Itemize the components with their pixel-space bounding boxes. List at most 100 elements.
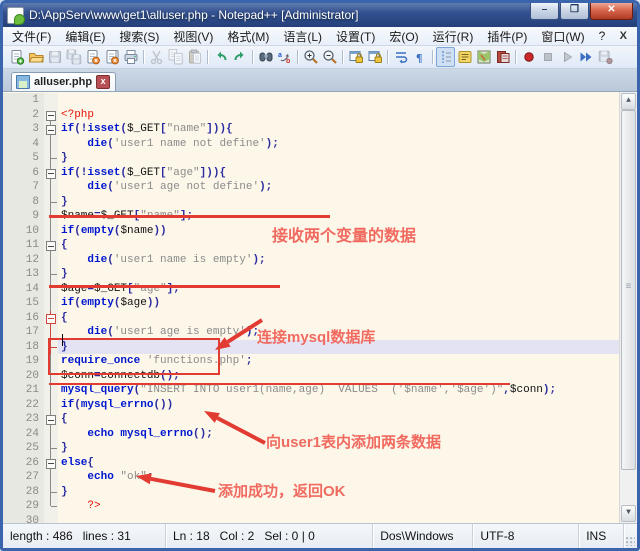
macro-run-icon[interactable] [576,47,595,67]
scrollbar-thumb[interactable] [621,110,636,470]
code-line[interactable]: 25} [3,441,620,456]
redo-icon[interactable] [230,47,249,67]
code-line[interactable]: 5} [3,151,620,166]
code-text: { [58,412,620,427]
zoom-out-icon[interactable] [320,47,339,67]
fold-collapse-icon[interactable] [44,108,58,123]
code-text: if(mysql_errno()) [58,398,620,413]
code-text: echo mysql_errno(); [58,427,620,442]
line-number: 30 [3,514,44,524]
code-line[interactable]: 24 echo mysql_errno(); [3,427,620,442]
restore-button[interactable]: ❐ [560,2,589,20]
macro-save-icon[interactable] [595,47,614,67]
code-line[interactable]: 9$name=$_GET["name"]; [3,209,620,224]
new-file-icon[interactable] [7,47,26,67]
code-line[interactable]: 14$age=$_GET["age"]; [3,282,620,297]
menu-item[interactable]: 运行(R) [426,27,481,46]
code-line[interactable]: 18} [3,340,620,355]
code-line[interactable]: 16{ [3,311,620,326]
close-file-icon[interactable] [83,47,102,67]
code-line[interactable]: 23{ [3,412,620,427]
code-line[interactable]: 1 [3,93,620,108]
sync-scroll-h-icon[interactable] [365,47,384,67]
code-line[interactable]: 22if(mysql_errno()) [3,398,620,413]
undo-icon[interactable] [211,47,230,67]
fold-collapse-icon[interactable] [44,412,58,427]
save-icon[interactable] [45,47,64,67]
code-line[interactable]: 2<?php [3,108,620,123]
show-all-chars-icon[interactable]: ¶ [410,47,429,67]
code-line[interactable]: 7 die('user1 age not define'); [3,180,620,195]
title-bar[interactable]: D:\AppServ\www\get1\alluser.php - Notepa… [3,3,637,27]
function-list-icon[interactable] [455,47,474,67]
doc-switcher-icon[interactable] [493,47,512,67]
scroll-up-icon[interactable]: ▲ [621,93,636,110]
indent-guide-icon[interactable] [436,47,455,67]
tab-close-icon[interactable]: x [96,75,110,89]
code-line[interactable]: 19require_once 'functions.php'; [3,354,620,369]
line-number: 17 [3,325,44,340]
fold-collapse-icon[interactable] [44,238,58,253]
menu-item[interactable]: 视图(V) [166,27,220,46]
cut-icon[interactable] [147,47,166,67]
line-number: 7 [3,180,44,195]
code-line[interactable]: 8} [3,195,620,210]
code-line[interactable]: 15if(empty($age)) [3,296,620,311]
menu-item[interactable]: 插件(P) [480,27,534,46]
word-wrap-icon[interactable] [391,47,410,67]
code-line[interactable]: 20$conn=connectdb(); [3,369,620,384]
code-text: die('user1 age is empty'); [58,325,620,340]
paste-icon[interactable] [185,47,204,67]
minimize-button[interactable]: – [530,2,559,20]
resize-grip[interactable] [624,524,637,548]
fold-collapse-icon[interactable] [44,456,58,471]
code-line[interactable]: 13} [3,267,620,282]
code-line[interactable]: 6if(!isset($_GET["age"])){ [3,166,620,181]
code-editor[interactable]: 12<?php3if(!isset($_GET["name"])){4 die(… [3,92,637,523]
save-all-icon[interactable] [64,47,83,67]
vertical-scrollbar[interactable]: ▲ ▼ [619,92,637,523]
menu-item[interactable]: ? [592,28,613,44]
code-line[interactable]: 17 die('user1 age is empty'); [3,325,620,340]
code-line[interactable]: 30 [3,514,620,524]
open-folder-icon[interactable] [26,47,45,67]
code-line[interactable]: 28} [3,485,620,500]
code-text: } [58,441,620,456]
macro-play-icon[interactable] [557,47,576,67]
fold-collapse-icon[interactable] [44,166,58,181]
fold-collapse-icon[interactable] [44,311,58,326]
fold-collapse-icon[interactable] [44,122,58,137]
code-line[interactable]: 21mysql_query("INSERT INTO user1(name,ag… [3,383,620,398]
print-icon[interactable] [121,47,140,67]
close-button[interactable]: ✕ [590,2,633,20]
copy-icon[interactable] [166,47,185,67]
code-line[interactable]: 10if(empty($name)) [3,224,620,239]
macro-stop-icon[interactable] [538,47,557,67]
scroll-down-icon[interactable]: ▼ [621,505,636,522]
menu-item[interactable]: 搜索(S) [112,27,166,46]
tab-alluser-php[interactable]: alluser.php x [11,72,116,91]
replace-icon[interactable]: ab [275,47,294,67]
macro-record-icon[interactable] [519,47,538,67]
tab-label: alluser.php [34,76,92,88]
document-map-icon[interactable] [474,47,493,67]
menu-item[interactable]: 语言(L) [276,27,329,46]
menu-item[interactable]: 窗口(W) [534,27,591,46]
menu-item[interactable]: 文件(F) [5,27,58,46]
menu-item[interactable]: 设置(T) [329,27,382,46]
menu-item[interactable]: 宏(O) [382,27,425,46]
sync-scroll-v-icon[interactable] [346,47,365,67]
code-line[interactable]: 12 die('user1 name is empty'); [3,253,620,268]
code-line[interactable]: 29 ?> [3,499,620,514]
close-all-icon[interactable] [102,47,121,67]
code-line[interactable]: 26else{ [3,456,620,471]
menu-item[interactable]: 格式(M) [220,27,276,46]
code-line[interactable]: 3if(!isset($_GET["name"])){ [3,122,620,137]
code-line[interactable]: 27 echo "ok"; [3,470,620,485]
find-icon[interactable] [256,47,275,67]
zoom-in-icon[interactable] [301,47,320,67]
code-line[interactable]: 4 die('user1 name not define'); [3,137,620,152]
code-line[interactable]: 11{ [3,238,620,253]
menubar-close-icon[interactable]: X [620,30,627,42]
menu-item[interactable]: 编辑(E) [58,27,112,46]
